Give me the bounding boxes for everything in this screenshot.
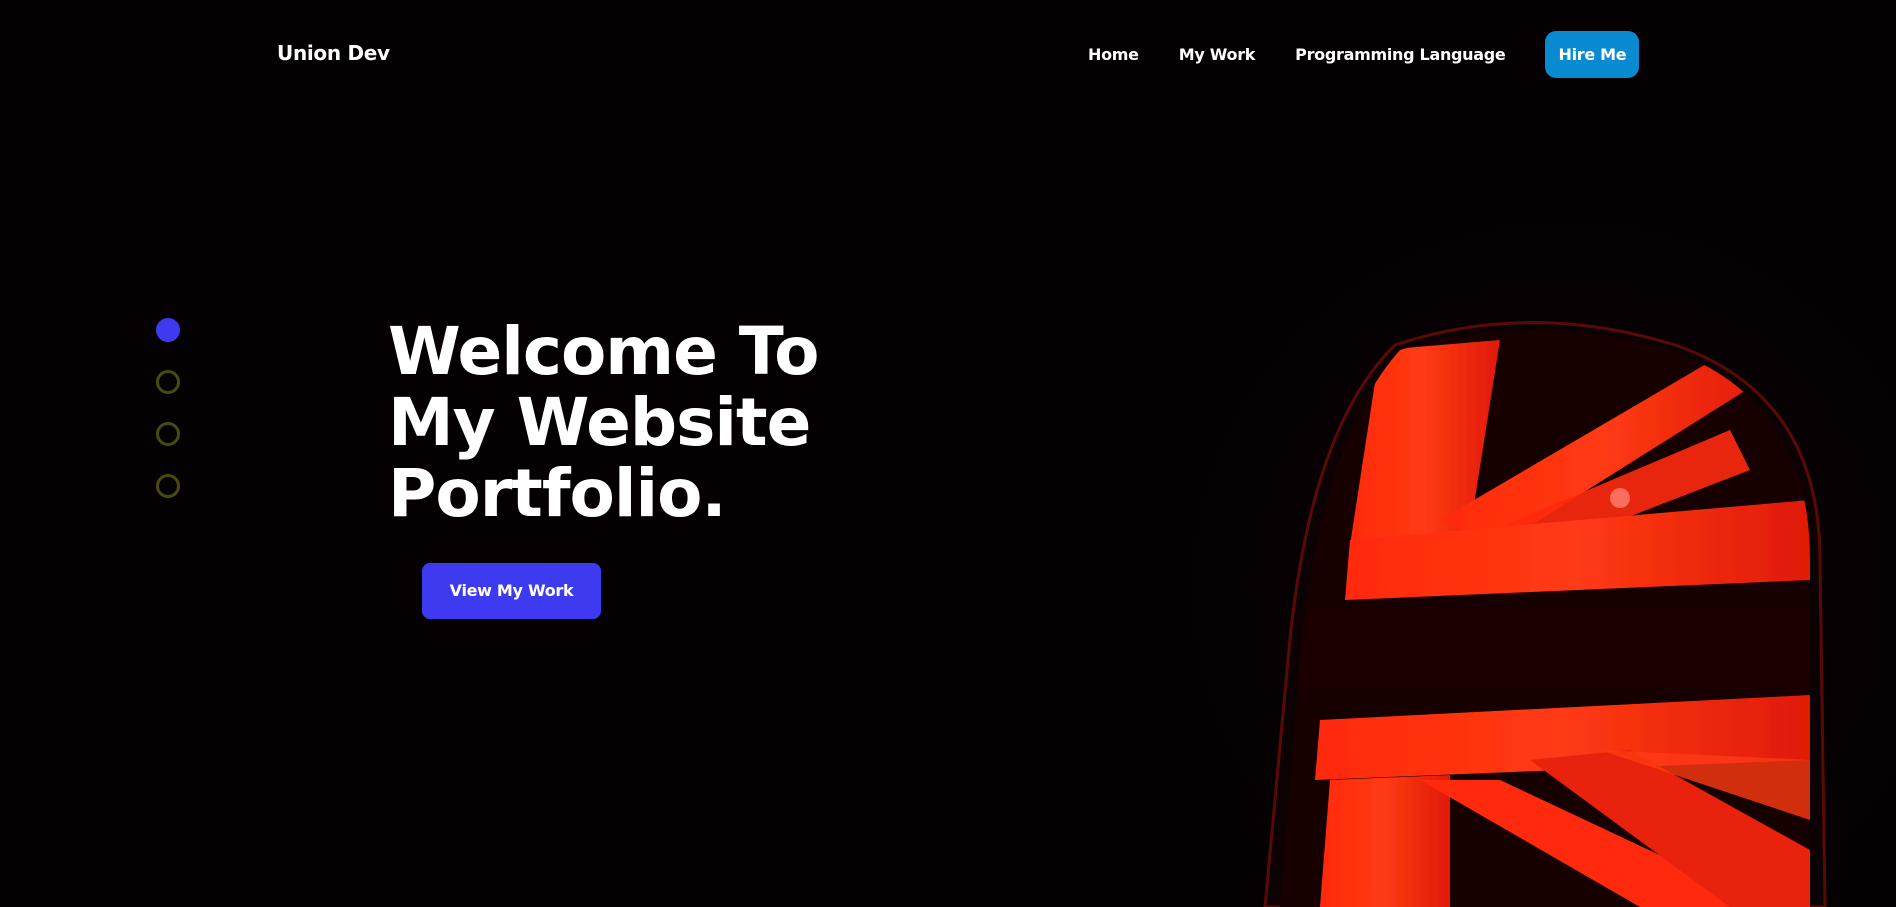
nav-link-home[interactable]: Home: [1088, 32, 1139, 78]
nav-link-programming-language[interactable]: Programming Language: [1295, 32, 1506, 78]
brand-logo[interactable]: Union Dev: [277, 41, 390, 65]
page: Union Dev Home My Work Programming Langu…: [0, 0, 1896, 907]
slider-dot-2[interactable]: [156, 370, 180, 394]
slider-dot-4[interactable]: [156, 474, 180, 498]
view-my-work-button[interactable]: View My Work: [422, 563, 601, 619]
navbar: Union Dev Home My Work Programming Langu…: [0, 0, 1896, 110]
union-jack-taillight-image: [1170, 200, 1896, 907]
nav-link-my-work[interactable]: My Work: [1179, 32, 1256, 78]
hero-title-line-3: Portfolio.: [388, 455, 727, 532]
hero-title-line-2: My Website: [388, 384, 811, 461]
slider-dot-1[interactable]: [156, 318, 180, 342]
slider-dots: [156, 318, 186, 526]
hero-title-line-1: Welcome To: [388, 313, 819, 390]
hire-me-button[interactable]: Hire Me: [1545, 31, 1640, 78]
hero-title: Welcome To My Website Portfolio.: [388, 316, 948, 529]
slider-dot-3[interactable]: [156, 422, 180, 446]
nav-links: Home My Work Programming Language Hire M…: [1088, 31, 1640, 78]
